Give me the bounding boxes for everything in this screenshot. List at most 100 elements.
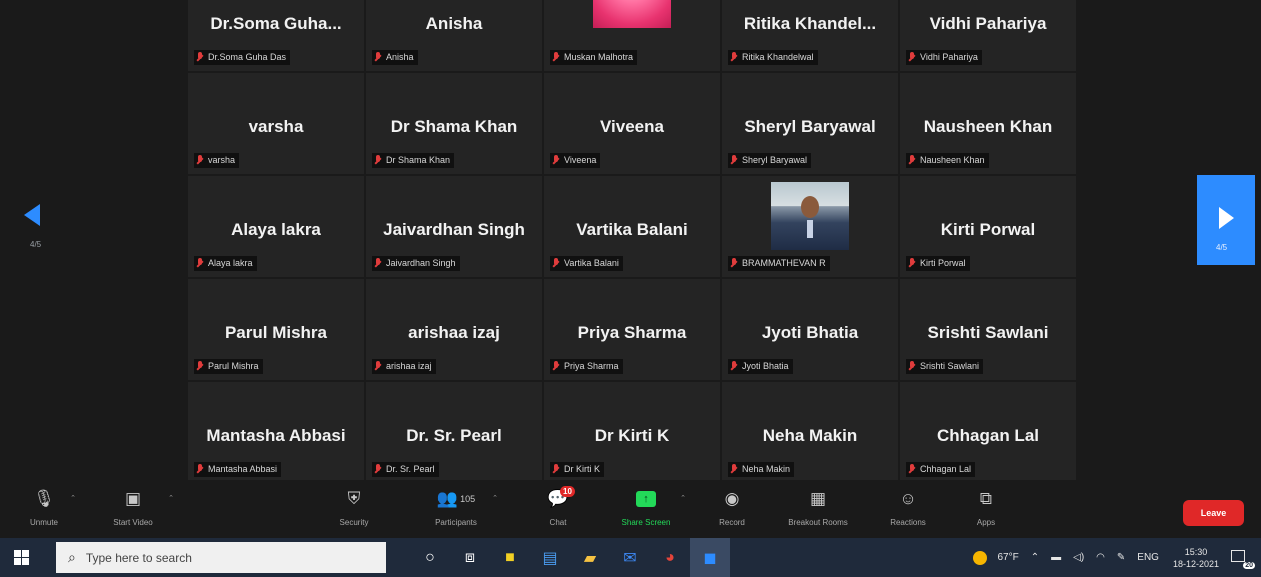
record-label: Record — [719, 518, 745, 527]
participant-name-caption: Nausheen Khan — [906, 153, 989, 168]
participant-tile[interactable]: Dr Kirti K Dr Kirti K — [544, 382, 720, 483]
file-explorer-icon[interactable]: ▰ — [570, 538, 610, 577]
participant-tile[interactable]: Priya Sharma Priya Sharma — [544, 279, 720, 380]
participant-name-caption: Jaivardhan Singh — [372, 256, 460, 271]
chevron-up-icon[interactable]: ⌃ — [168, 494, 174, 502]
notification-center-icon[interactable]: 20 — [1227, 547, 1255, 569]
apps-icon: ⧉ — [979, 489, 993, 508]
participant-display-name: Dr Kirti K — [594, 426, 670, 445]
participant-tile[interactable]: Mantasha Abbasi Mantasha Abbasi — [188, 382, 364, 483]
leave-button[interactable]: Leave — [1183, 500, 1244, 526]
pen-icon[interactable]: ✎ — [1117, 552, 1125, 563]
muted-microphone-icon — [552, 464, 560, 475]
muted-microphone-icon — [196, 52, 204, 63]
participant-caption-text: Vartika Balani — [564, 258, 619, 268]
record-button[interactable]: ◉ Record — [690, 488, 774, 527]
participant-caption-text: Priya Sharma — [564, 361, 619, 371]
chevron-up-icon[interactable]: ⌃ — [70, 494, 76, 502]
participant-tile[interactable]: Parul Mishra Parul Mishra — [188, 279, 364, 380]
participant-tile[interactable]: Muskan Malhotra — [544, 0, 720, 71]
start-button[interactable] — [0, 538, 42, 577]
muted-microphone-icon — [374, 361, 382, 372]
participant-display-name: Parul Mishra — [224, 323, 328, 342]
participant-tile[interactable]: Dr. Sr. Pearl Dr. Sr. Pearl — [366, 382, 542, 483]
mail-icon[interactable]: ✉ — [610, 538, 650, 577]
unmute-label: Unmute — [29, 518, 58, 527]
participant-caption-text: Nausheen Khan — [920, 155, 985, 165]
breakout-rooms-button[interactable]: ▦ Breakout Rooms — [776, 488, 860, 527]
participant-name-caption: Vartika Balani — [550, 256, 623, 271]
participant-tile[interactable]: Vidhi Pahariya Vidhi Pahariya — [900, 0, 1076, 71]
next-page-button[interactable]: 4/5 — [1197, 175, 1255, 265]
unmute-button[interactable]: 🎙 Unmute ⌃ — [14, 488, 76, 527]
chat-button[interactable]: 💬 10 Chat — [516, 486, 600, 527]
participant-name-caption: Kirti Porwal — [906, 256, 970, 271]
participant-caption-text: varsha — [208, 155, 236, 165]
participant-tile[interactable]: Neha Makin Neha Makin — [722, 382, 898, 483]
weather-sun-icon[interactable] — [972, 550, 987, 565]
previous-page-button[interactable]: 4/5 — [18, 190, 58, 260]
participant-display-name: Dr.Soma Guha... — [210, 14, 342, 33]
reactions-button[interactable]: ☺ Reactions — [866, 488, 950, 527]
participant-caption-text: Viveena — [564, 155, 597, 165]
chevron-up-icon[interactable]: ⌃ — [1031, 552, 1039, 563]
language-indicator[interactable]: ENG — [1137, 552, 1159, 563]
participant-caption-text: Neha Makin — [742, 464, 791, 474]
weather-temperature[interactable]: 67°F — [998, 552, 1019, 563]
participant-tile[interactable]: Viveena Viveena — [544, 73, 720, 174]
muted-microphone-icon — [908, 464, 916, 475]
participant-tile[interactable]: Ritika Khandel... Ritika Khandelwal — [722, 0, 898, 71]
store-icon[interactable]: ▤ — [530, 538, 570, 577]
participants-button[interactable]: 👥 105 Participants ⌃ — [414, 488, 498, 527]
participant-tile[interactable]: Kirti Porwal Kirti Porwal — [900, 176, 1076, 277]
participant-name-caption: Muskan Malhotra — [550, 50, 638, 65]
clock[interactable]: 15:30 18-12-2021 — [1173, 546, 1219, 570]
participant-tile[interactable]: BRAMMATHEVAN R — [722, 176, 898, 277]
zoom-icon[interactable]: ◼ — [690, 538, 730, 577]
participant-display-name: Neha Makin — [762, 426, 858, 445]
participant-tile[interactable]: Dr.Soma Guha... Dr.Soma Guha Das — [188, 0, 364, 71]
battery-icon[interactable]: ▬ — [1051, 552, 1061, 563]
cortana-icon[interactable]: ○ — [410, 538, 450, 577]
participant-caption-text: Kirti Porwal — [920, 258, 966, 268]
participant-tile[interactable]: Alaya lakra Alaya lakra — [188, 176, 364, 277]
participant-tile[interactable]: Anisha Anisha — [366, 0, 542, 71]
volume-icon[interactable]: ◁) — [1073, 552, 1084, 563]
system-tray: 67°F ⌃ ▬ ◁) ◠ ✎ ENG 15:30 18-12-2021 20 — [972, 538, 1261, 577]
participant-name-caption: varsha — [194, 153, 240, 168]
participant-tile[interactable]: Srishti Sawlani Srishti Sawlani — [900, 279, 1076, 380]
apps-button[interactable]: ⧉ Apps — [944, 488, 1028, 527]
participant-name-caption: Neha Makin — [728, 462, 795, 477]
start-video-button[interactable]: ▣ Start Video ⌃ — [98, 488, 174, 527]
participant-tile[interactable]: Sheryl Baryawal Sheryl Baryawal — [722, 73, 898, 174]
participant-tile[interactable]: Chhagan Lal Chhagan Lal — [900, 382, 1076, 483]
participant-caption-text: Srishti Sawlani — [920, 361, 980, 371]
clock-date: 18-12-2021 — [1172, 558, 1219, 569]
sticky-notes-icon[interactable]: ■ — [490, 538, 530, 577]
participant-caption-text: Dr.Soma Guha Das — [208, 52, 287, 62]
participant-tile[interactable]: Jaivardhan Singh Jaivardhan Singh — [366, 176, 542, 277]
taskbar-search-input[interactable]: ⌕ Type here to search — [56, 542, 386, 573]
participant-tile[interactable]: Dr Shama Khan Dr Shama Khan — [366, 73, 542, 174]
chrome-icon[interactable]: ◕ — [650, 538, 690, 577]
participants-label: Participants — [435, 518, 477, 527]
share-screen-button[interactable]: ↑ Share Screen ⌃ — [604, 488, 688, 527]
participant-tile[interactable]: Nausheen Khan Nausheen Khan — [900, 73, 1076, 174]
participant-display-name: Viveena — [600, 117, 664, 136]
participant-name-caption: Parul Mishra — [194, 359, 263, 374]
participant-name-caption: BRAMMATHEVAN R — [728, 256, 830, 271]
wifi-icon[interactable]: ◠ — [1096, 552, 1105, 563]
chevron-up-icon[interactable]: ⌃ — [492, 494, 498, 502]
participant-name-caption: Srishti Sawlani — [906, 359, 984, 374]
participant-tile[interactable]: arishaa izaj arishaa izaj — [366, 279, 542, 380]
participant-tile[interactable]: Vartika Balani Vartika Balani — [544, 176, 720, 277]
security-button[interactable]: ⛨ Security — [312, 488, 396, 527]
participant-name-caption: Anisha — [372, 50, 418, 65]
security-label: Security — [339, 518, 369, 527]
participant-tile[interactable]: varsha varsha — [188, 73, 364, 174]
participant-tile[interactable]: Jyoti Bhatia Jyoti Bhatia — [722, 279, 898, 380]
task-view-icon[interactable]: ⧈ — [450, 538, 490, 577]
search-icon: ⌕ — [68, 549, 76, 565]
notification-box-icon — [1231, 549, 1245, 562]
chevron-up-icon[interactable]: ⌃ — [680, 494, 686, 502]
